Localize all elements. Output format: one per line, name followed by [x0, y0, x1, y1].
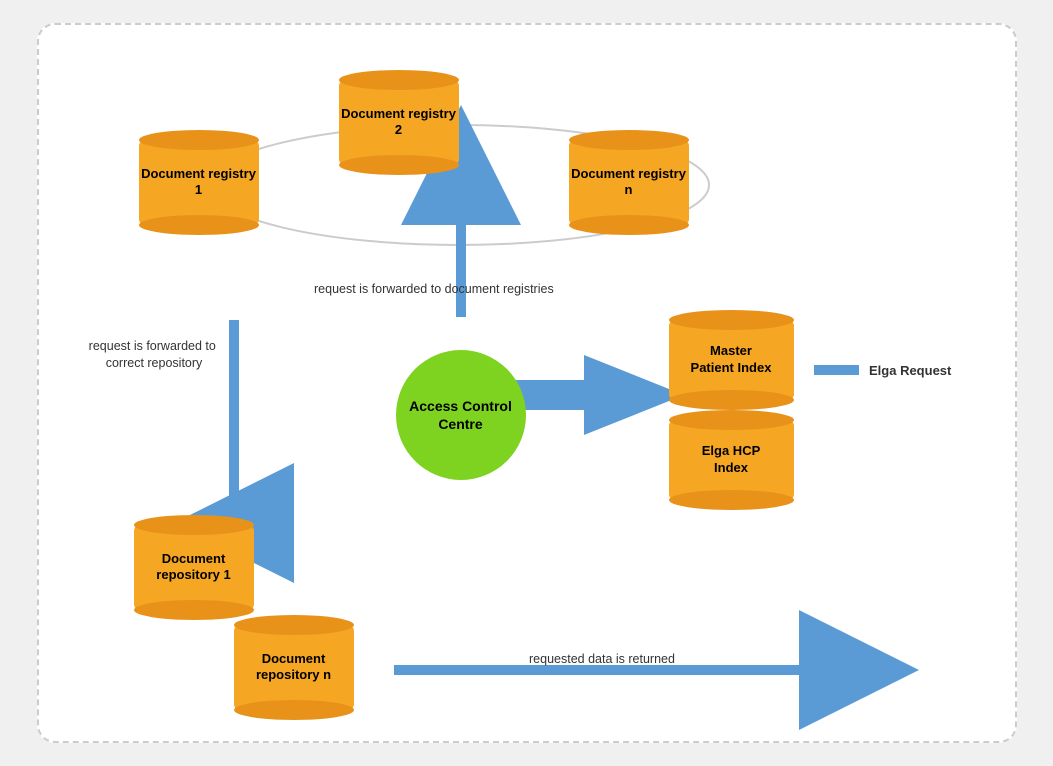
doc-registry-1: Document registry 1 — [139, 140, 259, 225]
svg-text:Elga Request: Elga Request — [869, 363, 952, 378]
doc-registry-n: Document registry n — [569, 140, 689, 225]
access-control-centre: Access Control Centre — [396, 350, 526, 480]
svg-text:requested data is returned: requested data is returned — [529, 652, 675, 666]
master-patient-index: MasterPatient Index — [669, 320, 794, 400]
doc-registry-2: Document registry 2 — [339, 80, 459, 165]
svg-text:request is forwarded to: request is forwarded to correct reposito… — [88, 339, 219, 370]
svg-text:request is forwarded to docume: request is forwarded to document registr… — [314, 282, 554, 296]
doc-repository-n: Documentrepository n — [234, 625, 354, 710]
diagram-container: request is forwarded to document registr… — [37, 23, 1017, 743]
elga-hcp-index: Elga HCPIndex — [669, 420, 794, 500]
doc-repository-1: Documentrepository 1 — [134, 525, 254, 610]
